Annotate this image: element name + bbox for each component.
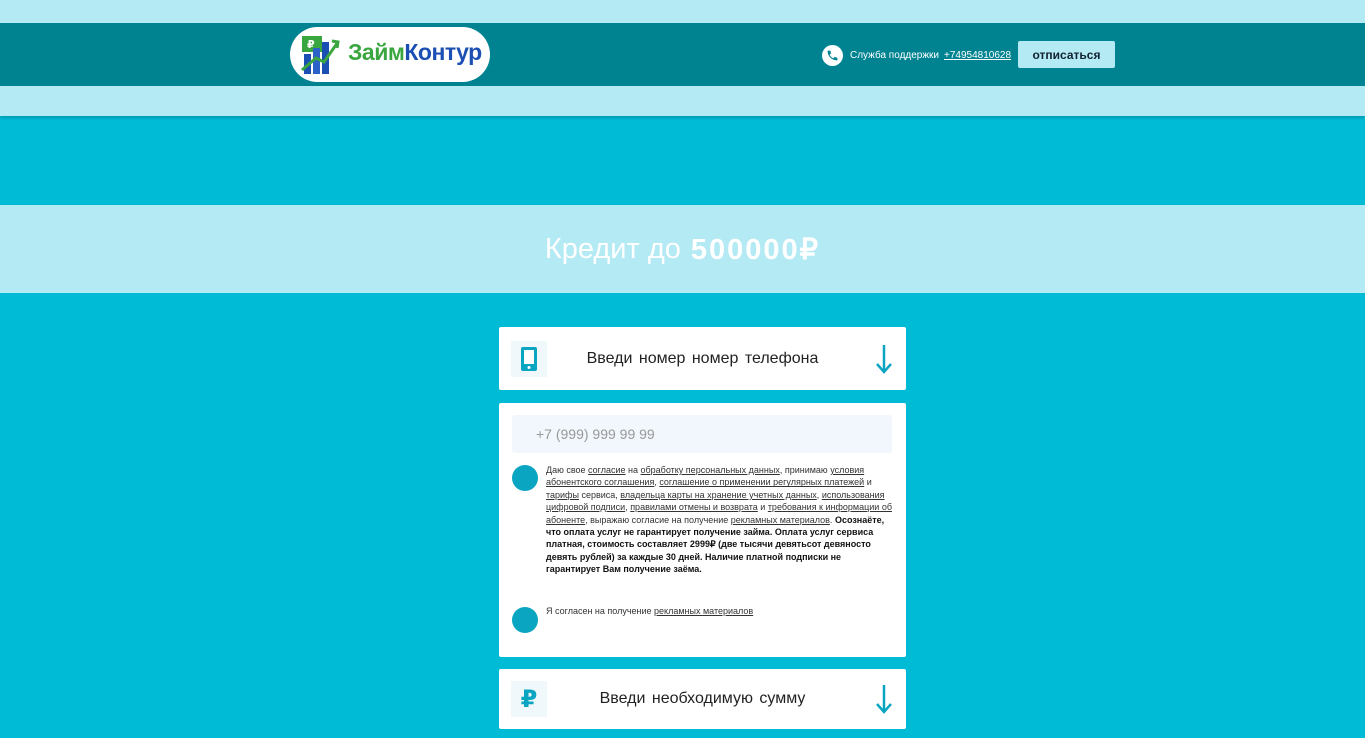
- step-amount-header[interactable]: ₽ Введи необходимую сумму: [499, 669, 906, 729]
- recurring-payments-link[interactable]: соглашение о применении регулярных плате…: [659, 477, 864, 487]
- step-amount-title: Введи необходимую сумму: [599, 690, 806, 707]
- logo-chart-icon: ₽: [301, 36, 340, 74]
- logo-text-part1: Займ: [348, 39, 405, 65]
- ads-consent-checkbox[interactable]: [512, 607, 538, 633]
- banner-amount: 500000₽: [690, 233, 821, 266]
- smartphone-icon: [511, 341, 547, 377]
- arrow-down-icon: [876, 685, 892, 714]
- arrow-down-icon: [876, 345, 892, 374]
- banner-title: Кредит до: [544, 232, 681, 265]
- phone-icon: [822, 44, 843, 66]
- phone-input[interactable]: [512, 415, 892, 453]
- ads-consent-text: Я согласен на получение рекламных матери…: [546, 606, 754, 616]
- tariffs-link[interactable]: тарифы: [546, 490, 579, 500]
- support-block: Служба поддержки +74954810628: [822, 44, 1011, 66]
- consent-link[interactable]: согласие: [588, 465, 625, 475]
- refund-rules-link[interactable]: правилами отмены и возврата: [630, 502, 758, 512]
- unsubscribe-button[interactable]: отписаться: [1018, 41, 1115, 68]
- logo-badge: ₽: [307, 38, 315, 51]
- support-label: Служба поддержки: [850, 49, 940, 61]
- step-phone-title: Введи номер номер телефона: [586, 349, 819, 367]
- header-bar: [0, 23, 1365, 86]
- ads-consent-link[interactable]: рекламных материалов: [654, 606, 753, 616]
- card-data-storage-link[interactable]: владельца карты на хранение учетных данн…: [620, 490, 817, 500]
- hero-banner: Кредит до 500000₽: [0, 205, 1365, 293]
- support-phone-link[interactable]: +74954810628: [944, 50, 1011, 61]
- consent-checkbox[interactable]: [512, 465, 538, 491]
- top-strip: [0, 0, 1365, 23]
- phone-form-card: Даю свое согласие на обработку персональ…: [499, 403, 906, 657]
- ad-materials-link[interactable]: рекламных материалов: [731, 515, 830, 525]
- consent-text: Даю свое согласие на обработку персональ…: [546, 465, 892, 575]
- logo[interactable]: ₽ ЗаймКонтур: [290, 27, 490, 82]
- step-phone-header[interactable]: Введи номер номер телефона: [499, 327, 906, 390]
- logo-text: ЗаймКонтур: [348, 39, 482, 66]
- header-sub-band: [0, 86, 1365, 116]
- logo-text-part2: Контур: [404, 39, 482, 65]
- personal-data-link[interactable]: обработку персональных данных: [641, 465, 780, 475]
- ruble-icon: ₽: [511, 681, 547, 717]
